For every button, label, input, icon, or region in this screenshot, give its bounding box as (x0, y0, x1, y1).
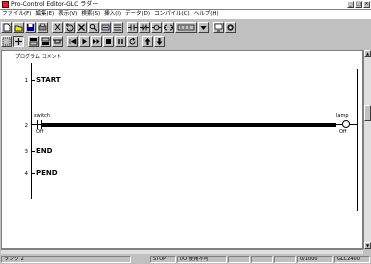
right-power-rail (357, 69, 358, 211)
program-comment: プログラム コメント (15, 54, 62, 60)
rung-number: 1 (24, 78, 29, 84)
application-window: Pro-Control Editor-GLC ラダー _ □ × ファイル(F)… (0, 0, 371, 264)
select-icon[interactable] (1, 36, 12, 47)
find-icon[interactable] (88, 22, 99, 33)
print-icon[interactable] (37, 22, 48, 33)
play-icon[interactable] (79, 36, 90, 47)
stop-icon[interactable] (103, 36, 114, 47)
menu-search[interactable]: 検索(S) (79, 10, 102, 19)
undo-icon[interactable] (64, 22, 75, 33)
monitor-icon[interactable] (213, 22, 224, 33)
app-icon[interactable] (2, 1, 9, 8)
status-count: 0/1000 (297, 256, 333, 263)
vertical-scrollbar[interactable]: ▲ ▼ (363, 50, 371, 249)
maximize-button[interactable]: □ (355, 1, 362, 8)
rung-number: 4 (24, 171, 29, 177)
status-model: GLC2400 (334, 256, 370, 263)
rung-instruction[interactable]: END (32, 147, 52, 155)
status-io: I/O 使用不可 (177, 256, 227, 263)
timer-icon[interactable] (175, 22, 197, 33)
scroll-up-icon[interactable]: ▲ (364, 50, 371, 57)
pause-icon[interactable] (115, 36, 126, 47)
main-toolbar (0, 21, 371, 34)
ladder-toolbar (0, 35, 371, 48)
status-cell (228, 256, 250, 263)
menu-bar: ファイル(F) 編集(E) 表示(V) 検索(S) 挿入(I) データ(D) コ… (0, 10, 371, 19)
coil-output[interactable] (342, 120, 350, 128)
rung-number: 3 (24, 149, 29, 155)
first-icon[interactable] (67, 36, 78, 47)
replace-icon[interactable] (100, 22, 111, 33)
coil-set-icon[interactable] (163, 22, 174, 33)
delete-icon[interactable] (76, 22, 87, 33)
branch-icon[interactable] (52, 36, 63, 47)
rung-insert-icon[interactable] (28, 36, 39, 47)
title-bar[interactable]: Pro-Control Editor-GLC ラダー _ □ × (0, 0, 371, 10)
scroll-down-icon[interactable]: ▼ (364, 242, 371, 249)
menu-data[interactable]: データ(D) (123, 10, 152, 19)
scroll-thumb[interactable] (364, 105, 371, 121)
down-arrow-icon[interactable] (154, 36, 165, 47)
status-cell (251, 256, 273, 263)
rung-below-icon[interactable] (40, 36, 51, 47)
contact-no-icon[interactable] (127, 22, 138, 33)
online-icon[interactable] (225, 22, 236, 33)
status-cell (274, 256, 296, 263)
selected-rung-wire[interactable] (42, 123, 336, 127)
fast-forward-icon[interactable] (91, 36, 102, 47)
coil-state: Off (339, 129, 347, 135)
status-bar: ランク 2 STOP I/O 使用不可 0/1000 GLC2400 (0, 255, 371, 264)
menu-view[interactable]: 表示(V) (56, 10, 79, 19)
menu-compile[interactable]: コンパイル(C) (152, 10, 192, 19)
ladder-editor[interactable]: プログラム コメント 1 START 2 switch Off lamp Off… (1, 50, 363, 249)
save-icon[interactable] (25, 22, 36, 33)
contact-nc-icon[interactable] (139, 22, 150, 33)
window-title: Pro-Control Editor-GLC ラダー (11, 1, 99, 8)
menu-help[interactable]: ヘルプ(H) (192, 10, 221, 19)
contact-state: Off (36, 129, 44, 135)
menu-edit[interactable]: 編集(E) (33, 10, 56, 19)
minimize-button[interactable]: _ (347, 1, 354, 8)
dropdown-icon[interactable] (198, 22, 209, 33)
coil-icon[interactable] (151, 22, 162, 33)
rung-instruction[interactable]: START (32, 76, 61, 84)
rung-number: 2 (24, 123, 29, 129)
horizontal-scrollbar[interactable] (1, 249, 363, 254)
menu-file[interactable]: ファイル(F) (0, 10, 33, 19)
zoom-icon[interactable] (13, 36, 24, 47)
new-icon[interactable] (1, 22, 12, 33)
coil-name: lamp (336, 113, 349, 119)
up-arrow-icon[interactable] (142, 36, 153, 47)
rung-wire (350, 124, 357, 125)
menu-insert[interactable]: 挿入(I) (102, 10, 123, 19)
close-button[interactable]: × (363, 1, 370, 8)
refresh-icon[interactable] (127, 36, 138, 47)
rung-instruction[interactable]: PEND (32, 169, 58, 177)
properties-icon[interactable] (112, 22, 123, 33)
open-icon[interactable] (13, 22, 24, 33)
cut-icon[interactable] (52, 22, 63, 33)
status-rung: ランク 2 (1, 256, 131, 263)
status-mode: STOP (150, 256, 176, 263)
